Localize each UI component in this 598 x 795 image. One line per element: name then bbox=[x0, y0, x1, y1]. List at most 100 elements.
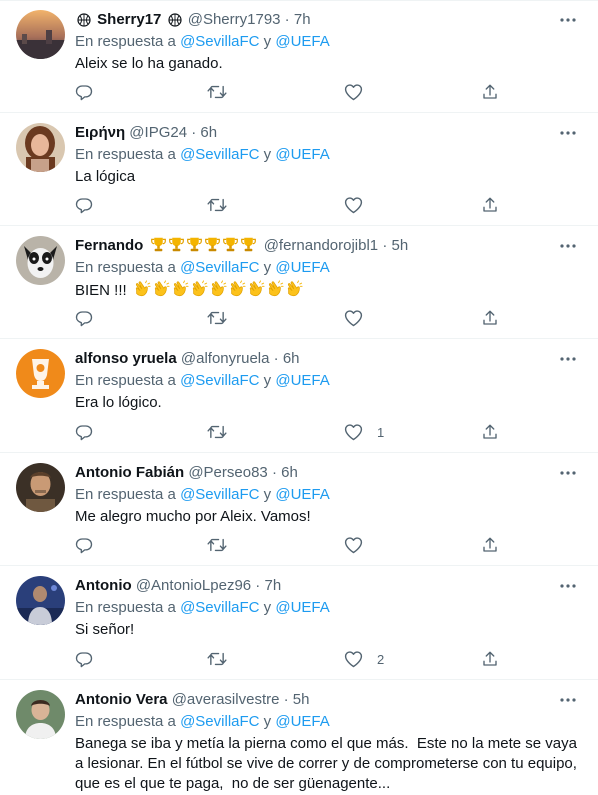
heart-icon bbox=[344, 196, 363, 214]
share-icon bbox=[481, 536, 499, 554]
author-handle[interactable]: @AntonioLpez96 bbox=[136, 577, 251, 594]
reply-tweet[interactable]: Sherry17 @Sherry1793 · 7h En respuesta a… bbox=[0, 0, 598, 113]
avatar[interactable] bbox=[16, 463, 65, 512]
timestamp[interactable]: 7h bbox=[294, 11, 311, 28]
mention-link[interactable]: @UEFA bbox=[275, 259, 329, 276]
avatar[interactable] bbox=[16, 690, 65, 739]
author-name[interactable]: alfonso yruela bbox=[75, 350, 177, 367]
tweet-actions: 1 bbox=[75, 422, 585, 442]
share-button[interactable] bbox=[481, 195, 499, 215]
avatar[interactable] bbox=[16, 10, 65, 59]
mention-link[interactable]: @SevillaFC bbox=[180, 33, 259, 50]
author-name[interactable]: Sherry17 bbox=[97, 11, 161, 28]
timestamp[interactable]: 5h bbox=[392, 237, 409, 254]
reply-tweet[interactable]: alfonso yruela @alfonyruela · 6h En resp… bbox=[0, 339, 598, 453]
tweet-actions bbox=[75, 535, 585, 555]
mention-link[interactable]: @UEFA bbox=[275, 146, 329, 163]
like-button[interactable] bbox=[344, 308, 377, 328]
retweet-icon bbox=[207, 83, 227, 101]
more-icon[interactable] bbox=[556, 123, 580, 143]
like-button[interactable] bbox=[344, 535, 377, 555]
retweet-button[interactable] bbox=[207, 308, 227, 328]
replying-to-label: En respuesta a bbox=[75, 599, 181, 616]
retweet-button[interactable] bbox=[207, 649, 227, 669]
heart-icon bbox=[344, 650, 363, 668]
reply-tweet[interactable]: Antonio @AntonioLpez96 · 7h En respuesta… bbox=[0, 566, 598, 680]
like-button[interactable] bbox=[344, 195, 377, 215]
author-handle[interactable]: @Perseo83 bbox=[188, 464, 267, 481]
author-handle[interactable]: @IPG24 bbox=[129, 124, 187, 141]
share-button[interactable] bbox=[481, 82, 499, 102]
mention-link[interactable]: @UEFA bbox=[275, 33, 329, 50]
separator-dot: · bbox=[269, 350, 283, 367]
timestamp[interactable]: 6h bbox=[281, 464, 298, 481]
share-button[interactable] bbox=[481, 308, 499, 328]
reply-button[interactable] bbox=[75, 649, 93, 669]
reply-tweet[interactable]: Antonio Vera @averasilvestre · 5h En res… bbox=[0, 680, 598, 795]
avatar[interactable] bbox=[16, 236, 65, 285]
replying-to: En respuesta a @SevillaFC y @UEFA bbox=[75, 145, 588, 165]
timestamp[interactable]: 6h bbox=[283, 350, 300, 367]
tweet-text: Aleix se lo ha ganado. bbox=[75, 55, 223, 72]
reply-button[interactable] bbox=[75, 535, 93, 555]
timestamp[interactable]: 5h bbox=[293, 691, 310, 708]
more-icon[interactable] bbox=[556, 576, 580, 596]
share-button[interactable] bbox=[481, 649, 499, 669]
mention-link[interactable]: @UEFA bbox=[275, 486, 329, 503]
author-name[interactable]: Antonio Vera bbox=[75, 691, 168, 708]
mention-link[interactable]: @SevillaFC bbox=[180, 713, 259, 730]
more-icon[interactable] bbox=[556, 10, 580, 30]
retweet-button[interactable] bbox=[207, 195, 227, 215]
reply-icon bbox=[75, 196, 93, 214]
mention-link[interactable]: @UEFA bbox=[275, 713, 329, 730]
separator-dot: · bbox=[280, 11, 294, 28]
separator-dot: · bbox=[251, 577, 265, 594]
author-handle[interactable]: @Sherry1793 bbox=[188, 11, 281, 28]
trophy-emoji bbox=[204, 236, 221, 256]
mention-link[interactable]: @SevillaFC bbox=[180, 259, 259, 276]
like-button[interactable]: 1 bbox=[344, 422, 384, 442]
reply-tweet[interactable]: Antonio Fabián @Perseo83 · 6h En respues… bbox=[0, 453, 598, 566]
author-handle[interactable]: @averasilvestre bbox=[172, 691, 280, 708]
author-name[interactable]: Antonio Fabián bbox=[75, 464, 184, 481]
reply-tweet[interactable]: Ειρήνη @IPG24 · 6h En respuesta a @Sevil… bbox=[0, 113, 598, 226]
retweet-button[interactable] bbox=[207, 535, 227, 555]
reply-button[interactable] bbox=[75, 82, 93, 102]
mention-link[interactable]: @SevillaFC bbox=[180, 486, 259, 503]
retweet-button[interactable] bbox=[207, 82, 227, 102]
share-button[interactable] bbox=[481, 535, 499, 555]
more-icon[interactable] bbox=[556, 349, 580, 369]
reply-button[interactable] bbox=[75, 308, 93, 328]
retweet-button[interactable] bbox=[207, 422, 227, 442]
mention-link[interactable]: @UEFA bbox=[275, 372, 329, 389]
author-name[interactable]: Fernando bbox=[75, 237, 143, 254]
avatar[interactable] bbox=[16, 349, 65, 398]
reply-button[interactable] bbox=[75, 422, 93, 442]
author-name[interactable]: Ειρήνη bbox=[75, 124, 125, 141]
more-icon[interactable] bbox=[556, 463, 580, 483]
more-icon[interactable] bbox=[556, 236, 580, 256]
like-button[interactable] bbox=[344, 82, 377, 102]
clapping-hands-emoji bbox=[171, 280, 189, 304]
mention-link[interactable]: @SevillaFC bbox=[180, 146, 259, 163]
reply-button[interactable] bbox=[75, 195, 93, 215]
author-name[interactable]: Antonio bbox=[75, 577, 132, 594]
heart-icon bbox=[344, 423, 363, 441]
avatar[interactable] bbox=[16, 123, 65, 172]
more-icon[interactable] bbox=[556, 690, 580, 710]
timestamp[interactable]: 6h bbox=[200, 124, 217, 141]
mention-link[interactable]: @SevillaFC bbox=[180, 599, 259, 616]
author-handle[interactable]: @alfonyruela bbox=[181, 350, 270, 367]
mention-link[interactable]: @UEFA bbox=[275, 599, 329, 616]
like-button[interactable]: 2 bbox=[344, 649, 384, 669]
author-handle[interactable]: @fernandorojibl1 bbox=[264, 237, 378, 254]
reply-tweet[interactable]: Fernando @fernandorojibl1 · 5h En respue… bbox=[0, 226, 598, 339]
clapping-emoji-row bbox=[133, 280, 304, 304]
share-button[interactable] bbox=[481, 422, 499, 442]
timestamp[interactable]: 7h bbox=[264, 577, 281, 594]
avatar[interactable] bbox=[16, 576, 65, 625]
share-icon bbox=[481, 423, 499, 441]
replying-to-label: En respuesta a bbox=[75, 372, 181, 389]
mention-link[interactable]: @SevillaFC bbox=[180, 372, 259, 389]
separator-dot: · bbox=[187, 124, 201, 141]
